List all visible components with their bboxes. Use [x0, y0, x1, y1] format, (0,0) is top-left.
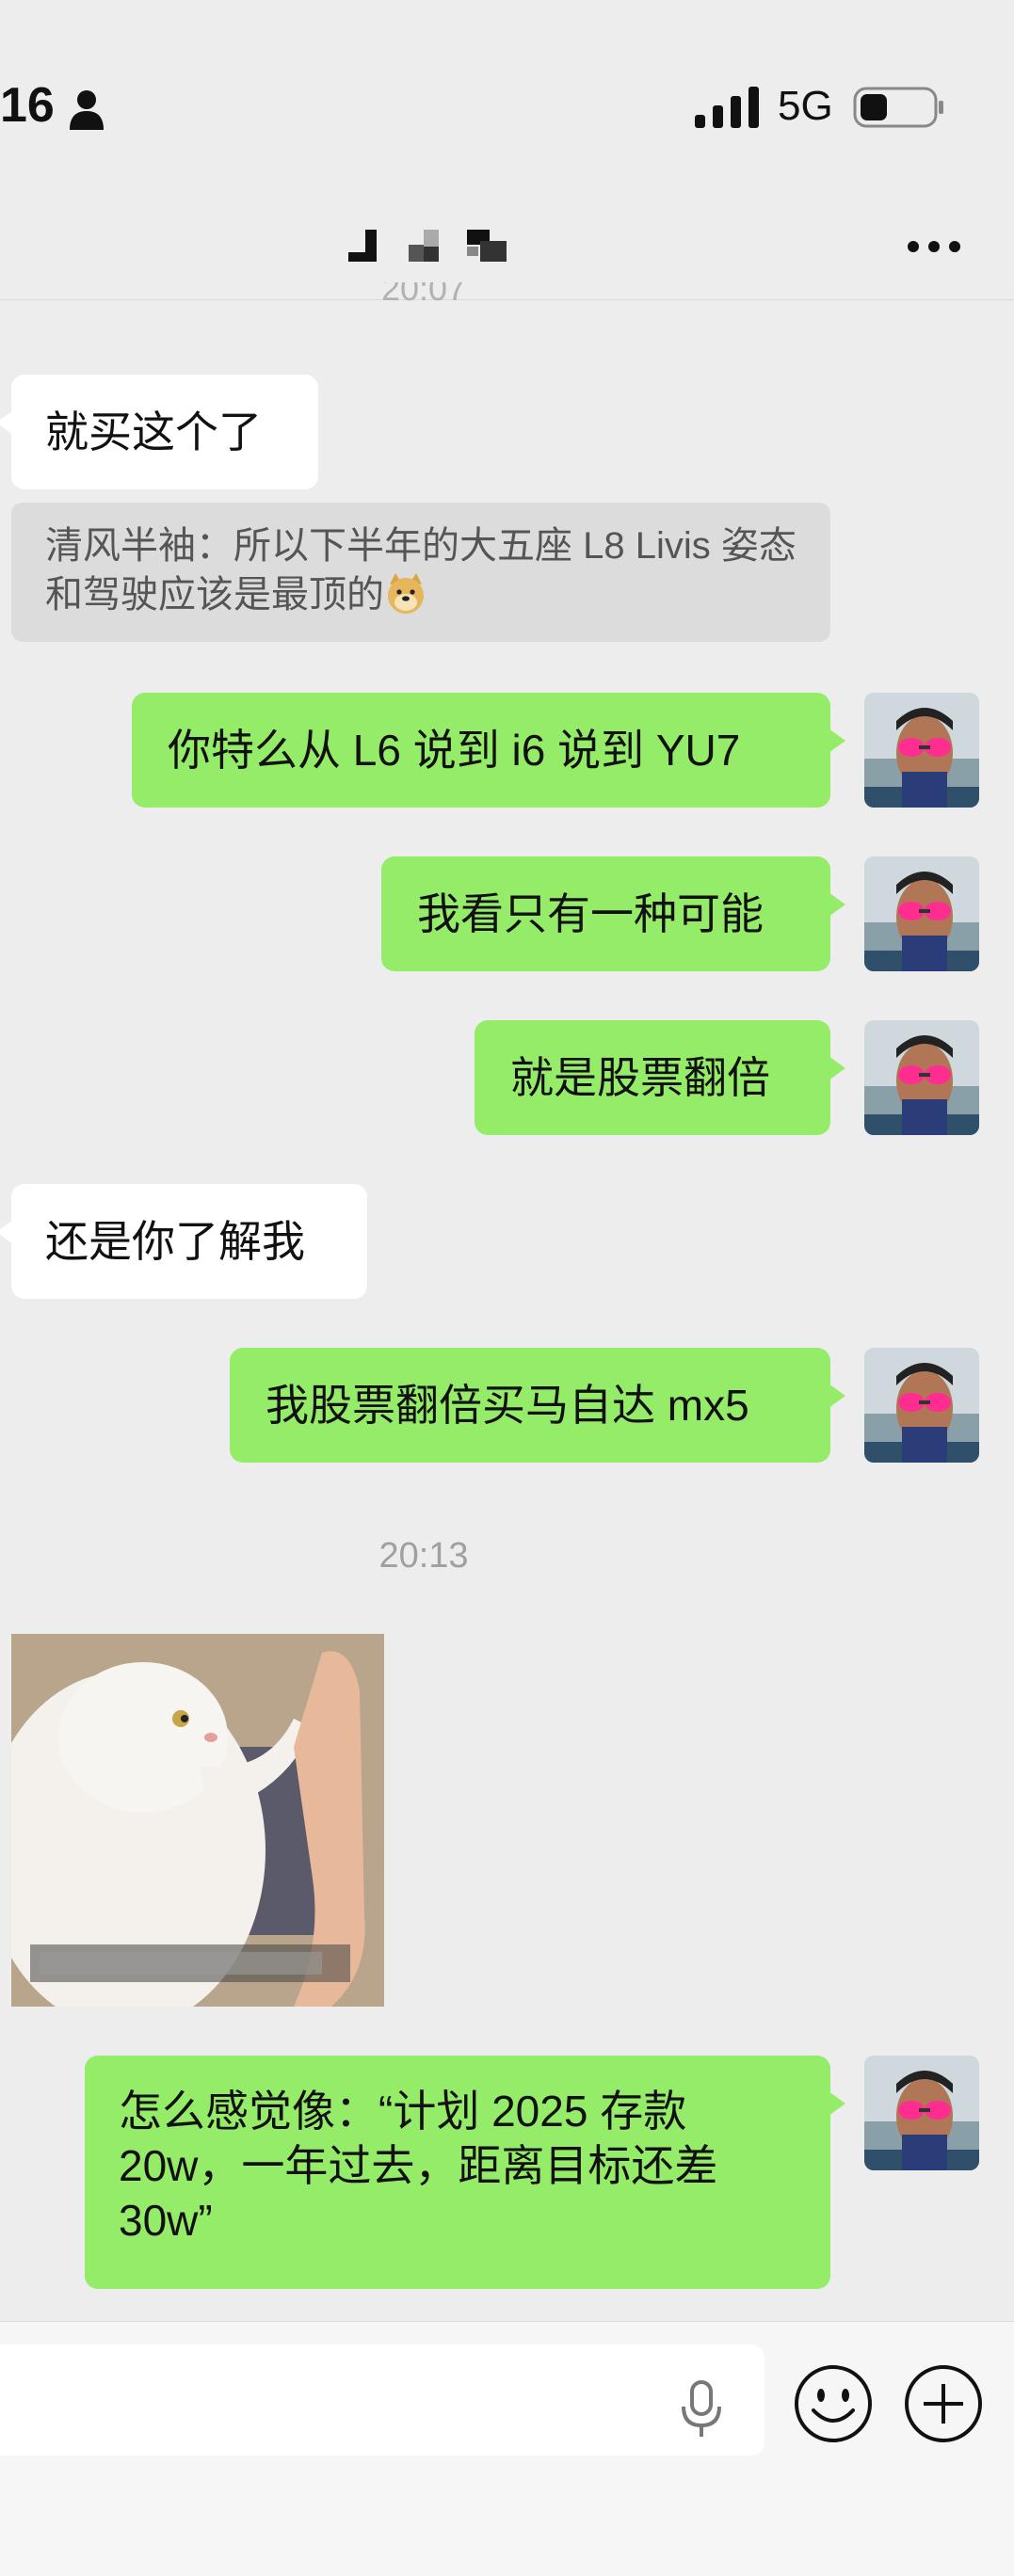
signal-icon [695, 87, 759, 128]
avatar[interactable] [864, 2056, 979, 2170]
microphone-icon[interactable] [676, 2378, 727, 2439]
doge-emoji-icon [388, 573, 424, 614]
message-bubble-outgoing[interactable]: 你特么从 L6 说到 i6 说到 YU7 [132, 693, 845, 808]
message-bubble-outgoing[interactable]: 我股票翻倍买马自达 mx5 [230, 1348, 845, 1463]
person-icon [70, 90, 104, 130]
message-text: 你特么从 L6 说到 i6 说到 YU7 [168, 726, 741, 775]
avatar[interactable] [864, 1348, 979, 1463]
plus-icon[interactable] [903, 2363, 984, 2444]
status-bar: 16 5G [0, 0, 1014, 198]
input-bar [0, 2321, 1014, 2576]
message-bubble-outgoing[interactable]: 怎么感觉像：“计划 2025 存款 20w，一年过去，距离目标还差 30w” [85, 2056, 845, 2289]
message-bubble-incoming[interactable]: 还是你了解我 [0, 1184, 367, 1299]
battery-icon [853, 87, 943, 128]
avatar-image [864, 1348, 979, 1463]
message-text: 还是你了解我 [45, 1217, 305, 1266]
timestamp-partial: 20:07 [380, 282, 467, 308]
timestamp: 20:13 [378, 1536, 469, 1576]
message-text: 我股票翻倍买马自达 mx5 [266, 1381, 749, 1430]
avatar[interactable] [864, 856, 979, 971]
message-text: 就是股票翻倍 [510, 1053, 770, 1102]
avatar-image [864, 1020, 979, 1135]
message-bubble-outgoing[interactable]: 我看只有一种可能 [381, 856, 845, 971]
quoted-reply[interactable]: 清风半袖：所以下半年的大五座 L8 Livis 姿态和驾驶应该是最顶的 [11, 503, 830, 642]
message-text: 怎么感觉像：“计划 2025 存款 20w，一年过去，距离目标还差 30w” [119, 2087, 718, 2245]
avatar[interactable] [864, 1020, 979, 1135]
status-time: 16 [0, 78, 55, 133]
message-text: 就买这个了 [45, 408, 262, 456]
network-label: 5G [778, 83, 833, 129]
avatar-image [864, 2056, 979, 2170]
message-input[interactable] [0, 2344, 765, 2456]
message-text: 我看只有一种可能 [417, 889, 764, 938]
message-bubble-outgoing[interactable]: 就是股票翻倍 [475, 1020, 845, 1135]
message-bubble-incoming[interactable]: 就买这个了 [0, 375, 318, 489]
avatar-image [864, 856, 979, 971]
more-icon[interactable] [906, 235, 962, 258]
sticker-image[interactable] [11, 1634, 384, 2007]
emoji-icon[interactable] [793, 2363, 874, 2444]
chat-title-mosaic [348, 230, 507, 262]
cat-high-five-sticker [11, 1634, 384, 2007]
avatar-image [864, 693, 979, 808]
avatar[interactable] [864, 693, 979, 808]
